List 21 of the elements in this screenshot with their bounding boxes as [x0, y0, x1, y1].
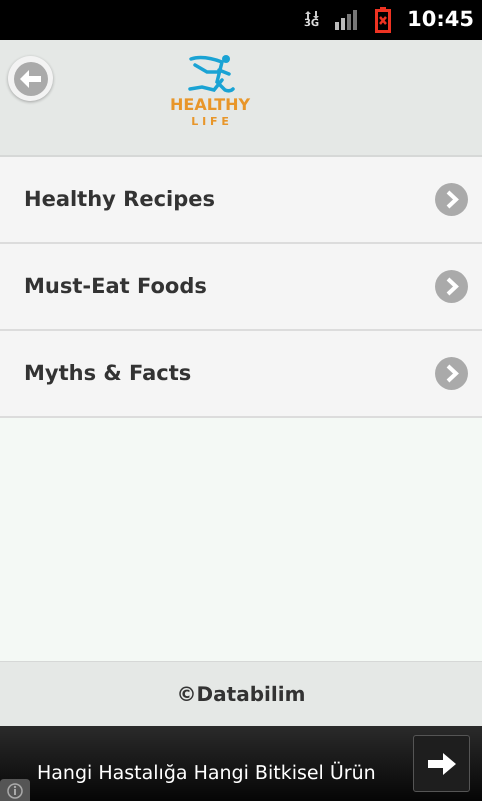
menu-item-label: Must-Eat Foods: [24, 272, 207, 300]
network-indicator: 3G: [304, 11, 320, 29]
battery-icon: [375, 7, 392, 33]
menu-item[interactable]: Myths & Facts: [0, 331, 482, 418]
ad-banner[interactable]: Hangi Hastalığa Hangi Bitkisel Ürün: [0, 726, 482, 801]
info-icon[interactable]: [0, 777, 30, 801]
chevron-icon: [435, 357, 468, 390]
menu-item-label: Myths & Facts: [24, 360, 192, 387]
menu-item[interactable]: Must-Eat Foods: [0, 244, 482, 331]
ad-open-button[interactable]: [413, 735, 470, 792]
right-arrow-icon: [428, 752, 456, 774]
clock: 10:45: [407, 6, 474, 34]
chevron-icon: [435, 183, 468, 216]
menu-item[interactable]: Healthy Recipes: [0, 157, 482, 244]
logo-title: HEALTHY: [170, 96, 250, 114]
menu-item-label: Healthy Recipes: [24, 186, 216, 213]
logo-subtitle: L I F E: [191, 114, 229, 130]
ad-text: Hangi Hastalığa Hangi Bitkisel Ürün: [37, 760, 376, 786]
chevron-icon: [435, 270, 468, 303]
footer-text: ©Databilim: [0, 661, 482, 726]
signal-icon: [335, 10, 360, 30]
